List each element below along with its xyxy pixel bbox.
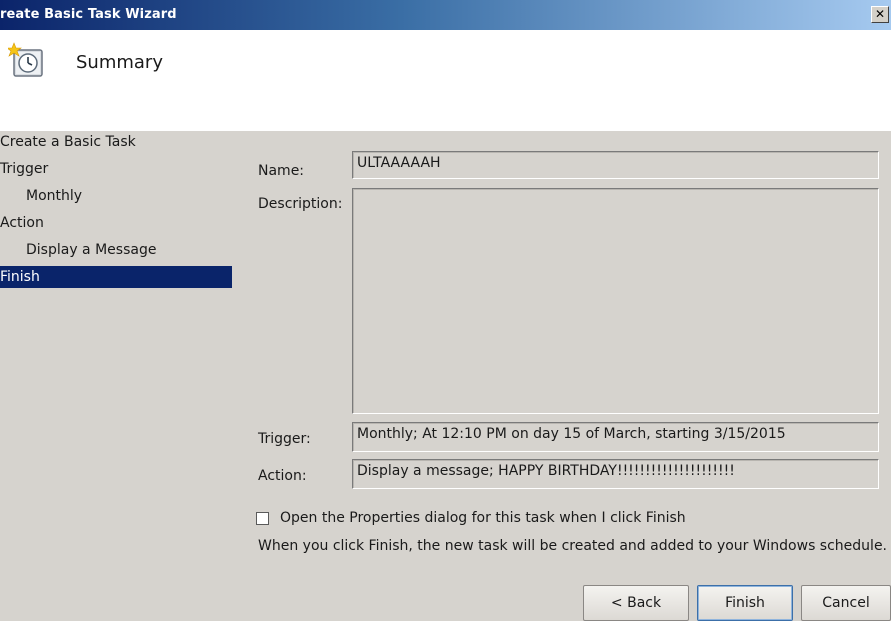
close-button[interactable]: ✕ xyxy=(871,6,889,23)
window-title: reate Basic Task Wizard xyxy=(0,7,177,22)
cancel-button[interactable]: Cancel xyxy=(801,585,891,621)
wizard-header: Summary xyxy=(0,30,891,131)
step-label: Trigger xyxy=(0,161,49,177)
step-create-basic-task[interactable]: Create a Basic Task xyxy=(0,131,232,153)
step-label: Finish xyxy=(0,269,40,285)
description-label: Description: xyxy=(258,196,343,212)
step-label: Monthly xyxy=(26,188,83,204)
step-label: Action xyxy=(0,215,44,231)
step-monthly[interactable]: Monthly xyxy=(0,185,232,207)
finish-button[interactable]: Finish xyxy=(697,585,793,621)
trigger-value: Monthly; At 12:10 PM on day 15 of March,… xyxy=(357,426,786,442)
create-basic-task-wizard-window: reate Basic Task Wizard ✕ Summary Create… xyxy=(0,0,891,621)
name-value: ULTAAAAAH xyxy=(357,155,441,171)
open-properties-label[interactable]: Open the Properties dialog for this task… xyxy=(280,510,686,526)
name-field[interactable]: ULTAAAAAH xyxy=(352,151,879,179)
trigger-field[interactable]: Monthly; At 12:10 PM on day 15 of March,… xyxy=(352,422,879,452)
step-display-a-message[interactable]: Display a Message xyxy=(0,239,232,261)
open-properties-checkbox[interactable] xyxy=(256,512,269,525)
step-action[interactable]: Action xyxy=(0,212,232,234)
finish-info-text: When you click Finish, the new task will… xyxy=(258,538,888,554)
trigger-label: Trigger: xyxy=(258,431,311,447)
step-trigger[interactable]: Trigger xyxy=(0,158,232,180)
action-value: Display a message; HAPPY BIRTHDAY!!!!!!!… xyxy=(357,463,735,479)
action-field[interactable]: Display a message; HAPPY BIRTHDAY!!!!!!!… xyxy=(352,459,879,489)
name-label: Name: xyxy=(258,163,305,179)
step-finish[interactable]: Finish xyxy=(0,266,232,288)
action-label: Action: xyxy=(258,468,307,484)
description-field[interactable] xyxy=(352,188,879,414)
close-icon: ✕ xyxy=(874,7,886,21)
title-bar[interactable]: reate Basic Task Wizard ✕ xyxy=(0,0,891,30)
page-title: Summary xyxy=(76,52,163,73)
back-button[interactable]: < Back xyxy=(583,585,689,621)
step-label: Create a Basic Task xyxy=(0,134,136,150)
scheduled-task-clock-icon xyxy=(8,42,43,77)
step-label: Display a Message xyxy=(26,242,157,258)
